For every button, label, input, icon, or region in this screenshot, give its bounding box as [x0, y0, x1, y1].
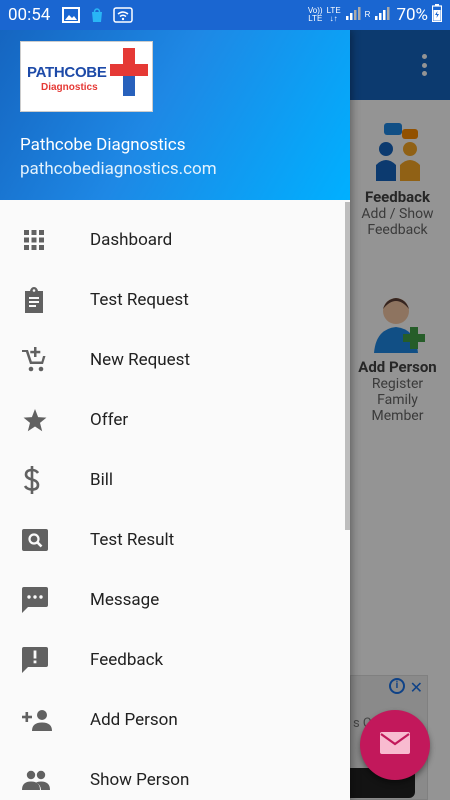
star-icon: [0, 408, 90, 433]
pathcobe-logo: PATHCOBE Diagnostics: [20, 41, 153, 112]
menu-label: Test Result: [90, 530, 175, 550]
roaming-indicator: R: [364, 10, 371, 19]
people-icon: [0, 770, 90, 790]
dollar-icon: [0, 466, 90, 494]
lte-indicator: LTE ↓↑: [326, 6, 341, 23]
menu-item-test-request[interactable]: Test Request: [0, 270, 350, 330]
image-icon: [60, 5, 82, 25]
menu-item-new-request[interactable]: New Request: [0, 330, 350, 390]
menu-item-message[interactable]: Message: [0, 570, 350, 630]
logo-text: PATHCOBE: [27, 64, 107, 81]
menu-item-show-person[interactable]: Show Person: [0, 750, 350, 800]
medical-cross-icon: [110, 48, 148, 100]
search-box-icon: [0, 529, 90, 551]
menu-label: Bill: [90, 470, 113, 490]
menu-item-dashboard[interactable]: Dashboard: [0, 210, 350, 270]
menu-label: Show Person: [90, 770, 190, 790]
wifi-icon: [112, 5, 134, 25]
mail-icon: [380, 732, 410, 758]
status-time: 00:54: [8, 5, 51, 25]
menu-item-add-person[interactable]: Add Person: [0, 690, 350, 750]
user-name: Pathcobe Diagnostics: [20, 135, 186, 155]
battery-icon: [431, 3, 443, 27]
user-email: pathcobediagnostics.com: [20, 159, 217, 179]
menu-item-feedback[interactable]: Feedback: [0, 630, 350, 690]
add-person-icon: [0, 709, 90, 731]
drawer-scrollbar[interactable]: [345, 202, 350, 530]
menu-item-bill[interactable]: Bill: [0, 450, 350, 510]
menu-label: Message: [90, 590, 160, 610]
email-fab-button[interactable]: [360, 710, 430, 780]
drawer-menu: Dashboard Test Request New Request Offer: [0, 210, 350, 800]
menu-label: Test Request: [90, 290, 189, 310]
navigation-drawer: PATHCOBE Diagnostics Pathcobe Diagnostic…: [0, 30, 350, 800]
grid-icon: [0, 228, 90, 252]
chat-icon: [0, 587, 90, 613]
menu-label: Dashboard: [90, 230, 173, 250]
volte-indicator: Vo)) LTE: [307, 6, 323, 23]
menu-label: Add Person: [90, 710, 178, 730]
shopping-bag-icon: [86, 5, 108, 25]
signal-icon: [345, 5, 361, 26]
logo-subtext: Diagnostics: [41, 82, 98, 93]
menu-item-offer[interactable]: Offer: [0, 390, 350, 450]
clipboard-icon: [0, 287, 90, 313]
menu-label: Offer: [90, 410, 129, 430]
menu-item-test-result[interactable]: Test Result: [0, 510, 350, 570]
signal-icon-2: [374, 5, 390, 26]
menu-label: Feedback: [90, 650, 164, 670]
add-cart-icon: [0, 347, 90, 373]
feedback-icon: [0, 647, 90, 673]
drawer-header: PATHCOBE Diagnostics Pathcobe Diagnostic…: [0, 30, 350, 200]
status-bar: 00:54 Vo)) LTE LTE ↓↑ R 70%: [0, 0, 450, 30]
battery-percent: 70%: [396, 5, 428, 25]
menu-label: New Request: [90, 350, 191, 370]
